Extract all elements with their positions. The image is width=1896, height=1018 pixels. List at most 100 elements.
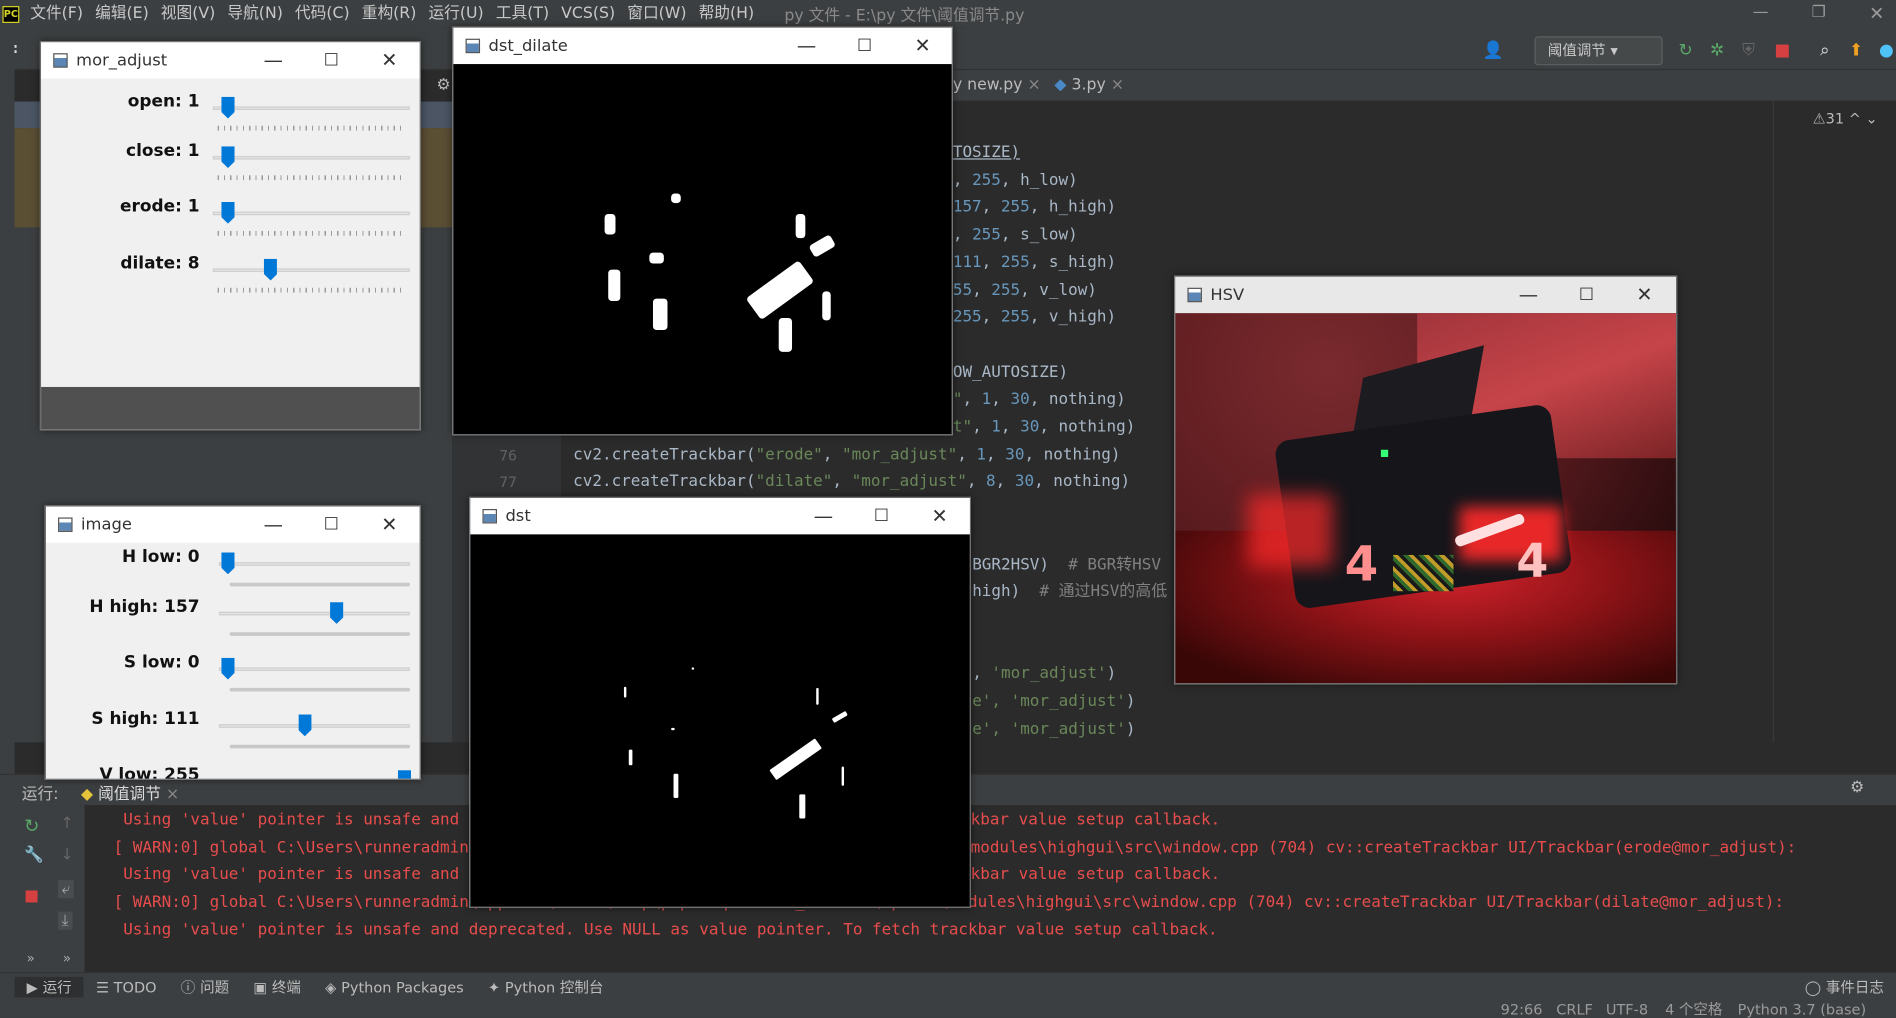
close-tab-icon[interactable]: × — [166, 786, 179, 804]
trackbar-thumb[interactable] — [263, 258, 278, 281]
menu-navigate[interactable]: 导航(N) — [221, 0, 289, 28]
stop-icon[interactable]: ■ — [1771, 40, 1793, 62]
menu-file[interactable]: 文件(F) — [24, 0, 89, 28]
trackbar-groove[interactable] — [218, 724, 410, 728]
plugin-icon[interactable]: ● — [1875, 40, 1896, 62]
dst-titlebar[interactable]: dst — ☐ ✕ — [470, 498, 970, 535]
trackbar[interactable]: dilate: 8 — [41, 254, 419, 305]
stop-icon[interactable]: ■ — [24, 887, 39, 905]
trackbar[interactable]: H low: 0 — [46, 548, 420, 599]
trackbar-thumb[interactable] — [329, 602, 344, 624]
wrench-icon[interactable]: 🔧 — [24, 846, 44, 864]
trackbar[interactable]: V low: 255 — [46, 765, 420, 779]
up-arrow-icon[interactable]: ↑ — [60, 815, 73, 833]
menu-tools[interactable]: 工具(T) — [490, 0, 555, 28]
trackbar-thumb[interactable] — [221, 146, 235, 169]
ide-restore-icon[interactable]: ❐ — [1794, 4, 1842, 22]
maximize-icon[interactable]: ☐ — [852, 498, 910, 534]
dst-dilate-titlebar[interactable]: dst_dilate — ☐ ✕ — [453, 27, 952, 65]
tab-new-py[interactable]: y new.py × — [953, 70, 1041, 101]
tool-problems[interactable]: ⓘ 问题 — [169, 977, 242, 998]
indent-setting[interactable]: 4 个空格 — [1665, 1001, 1722, 1018]
minimize-icon[interactable]: — — [794, 498, 852, 534]
menu-window[interactable]: 窗口(W) — [621, 0, 692, 28]
more-icon[interactable]: » — [63, 950, 71, 966]
tool-python-packages[interactable]: ◈ Python Packages — [313, 979, 476, 996]
trackbar-groove[interactable] — [212, 268, 410, 273]
mor-adjust-titlebar[interactable]: mor_adjust — ☐ ✕ — [41, 42, 420, 79]
run-settings-icon[interactable]: ⚙ — [1850, 779, 1864, 797]
run-config-select[interactable]: 阈值调节 ▾ — [1534, 36, 1663, 66]
tab-3-py[interactable]: ◆ 3.py × — [1054, 70, 1124, 101]
minimize-icon[interactable]: — — [778, 28, 836, 64]
ide-minimize-icon[interactable]: — — [1736, 4, 1784, 22]
image-titlebar[interactable]: image — ☐ ✕ — [45, 506, 420, 543]
trackbar-groove[interactable] — [212, 211, 410, 216]
menu-run[interactable]: 运行(U) — [422, 0, 489, 28]
trackbar-thumb[interactable] — [298, 714, 312, 737]
interpreter[interactable]: Python 3.7 (base) — [1738, 1001, 1867, 1018]
maximize-icon[interactable]: ☐ — [1557, 277, 1615, 313]
menu-refactor[interactable]: 重构(R) — [356, 0, 423, 28]
tool-todo[interactable]: ☰ TODO — [84, 979, 169, 996]
event-log[interactable]: ◯ 事件日志 — [1793, 977, 1896, 998]
close-icon[interactable]: ✕ — [911, 498, 969, 534]
tool-python-console[interactable]: ✦ Python 控制台 — [476, 977, 616, 998]
trackbar[interactable]: close: 1 — [41, 141, 419, 192]
scroll-end-icon[interactable]: ⤓ — [58, 911, 73, 930]
trackbar-groove[interactable] — [218, 667, 410, 671]
trackbar-groove[interactable] — [212, 106, 410, 111]
trackbar[interactable]: H high: 157 — [46, 597, 420, 648]
menu-view[interactable]: 视图(V) — [155, 0, 222, 28]
console-output[interactable]: Using 'value' pointer is unsafe and ckbar… — [84, 805, 1896, 973]
line-ending[interactable]: CRLF — [1556, 1001, 1593, 1018]
rerun-icon[interactable]: ↻ — [1675, 40, 1697, 62]
menu-vcs[interactable]: VCS(S) — [555, 0, 621, 28]
soft-wrap-icon[interactable]: ⤶ — [58, 880, 75, 899]
run-tab[interactable]: ◆ 阈值调节 × — [81, 781, 179, 804]
close-icon[interactable]: ✕ — [360, 42, 418, 78]
caret-position[interactable]: 92:66 — [1501, 1001, 1543, 1018]
settings-gear-icon[interactable]: ⚙ — [437, 76, 451, 94]
warning-counter[interactable]: ⚠31 ^ ⌄ — [1813, 110, 1878, 127]
more-icon[interactable]: » — [27, 950, 35, 966]
trackbar-thumb[interactable] — [221, 657, 235, 680]
ide-close-icon[interactable]: ✕ — [1852, 2, 1896, 24]
menu-edit[interactable]: 编辑(E) — [89, 0, 155, 28]
tool-terminal[interactable]: ▣ 终端 — [241, 977, 313, 998]
minimize-icon[interactable]: — — [244, 42, 302, 78]
trackbar-groove[interactable] — [212, 155, 410, 160]
maximize-icon[interactable]: ☐ — [302, 507, 360, 543]
close-icon[interactable]: ✕ — [360, 507, 418, 543]
close-icon[interactable]: ✕ — [1615, 277, 1673, 313]
trackbar-thumb[interactable] — [221, 552, 235, 575]
rerun-icon[interactable]: ↻ — [24, 815, 39, 837]
close-tab-icon[interactable]: × — [1027, 76, 1040, 94]
hsv-titlebar[interactable]: HSV — ☐ ✕ — [1175, 276, 1676, 314]
trackbar[interactable]: open: 1 — [41, 92, 419, 143]
trackbar-thumb[interactable] — [397, 770, 412, 779]
trackbar[interactable]: S high: 111 — [46, 710, 420, 761]
maximize-icon[interactable]: ☐ — [836, 28, 894, 64]
coverage-icon[interactable]: ⛨ — [1738, 40, 1760, 62]
menu-help[interactable]: 帮助(H) — [693, 0, 761, 28]
debug-icon[interactable]: ✲ — [1706, 40, 1728, 62]
trackbar-thumb[interactable] — [221, 201, 235, 224]
tool-run[interactable]: ▶ 运行 — [14, 976, 84, 998]
trackbar[interactable]: S low: 0 — [46, 653, 420, 704]
close-tab-icon[interactable]: × — [1111, 76, 1124, 94]
close-icon[interactable]: ✕ — [894, 28, 952, 64]
file-encoding[interactable]: UTF-8 — [1606, 1001, 1648, 1018]
update-icon[interactable]: ⬆ — [1845, 40, 1867, 62]
trackbar-groove[interactable] — [218, 611, 410, 616]
minimize-icon[interactable]: — — [244, 507, 302, 543]
trackbar-thumb[interactable] — [221, 96, 235, 119]
user-icon[interactable]: 👤 — [1482, 40, 1504, 62]
minimize-icon[interactable]: — — [1499, 277, 1557, 313]
trackbar[interactable]: erode: 1 — [41, 197, 419, 248]
down-arrow-icon[interactable]: ↓ — [60, 846, 73, 864]
maximize-icon[interactable]: ☐ — [302, 42, 360, 78]
search-icon[interactable]: ⌕ — [1814, 40, 1836, 62]
menu-code[interactable]: 代码(C) — [289, 0, 356, 28]
trackbar-groove[interactable] — [218, 562, 410, 566]
